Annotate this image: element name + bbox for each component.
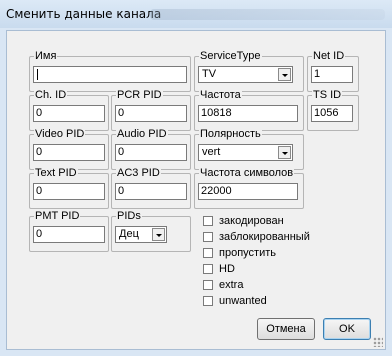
audiopid-group: Audio PID 0 [111,128,191,170]
pmtpid-input[interactable]: 0 [33,226,105,243]
tsid-label: TS ID [312,89,343,101]
pids-group: PIDs Дец [111,210,191,252]
title-bar: Сменить данные канала [0,0,392,28]
pcrpid-label: PCR PID [116,89,163,101]
channel-edit-dialog: Имя ServiceType TV Net ID 1 Ch. ID 0 PCR… [6,30,386,350]
videopid-input[interactable]: 0 [33,144,105,161]
name-label: Имя [34,50,58,62]
netid-group: Net ID 1 [307,50,359,92]
videopid-label: Video PID [34,128,86,140]
checkbox-box[interactable] [203,248,213,258]
title-bar-blurred-text [150,9,385,20]
tsid-input[interactable]: 1056 [311,105,353,122]
cancel-button[interactable]: Отмена [257,318,315,340]
polarity-label: Полярность [199,128,262,140]
checkbox-box[interactable] [203,280,213,290]
ac3pid-label: AC3 PID [116,167,161,179]
ac3pid-input[interactable]: 0 [115,183,187,200]
textpid-group: Text PID 0 [29,167,109,209]
symrate-input[interactable]: 22000 [198,183,298,200]
pids-select[interactable]: Дец [115,226,167,243]
resize-grip-icon[interactable] [373,337,383,347]
tsid-group: TS ID 1056 [307,89,359,131]
chid-group: Ch. ID 0 [29,89,109,131]
name-input[interactable] [33,66,187,83]
netid-label: Net ID [312,50,346,62]
checkbox-box[interactable] [203,264,213,274]
symrate-group: Частота символов 22000 [194,167,304,209]
freq-group: Частота 10818 [194,89,304,131]
netid-input[interactable]: 1 [311,66,353,83]
pids-label: PIDs [116,210,142,222]
chid-input[interactable]: 0 [33,105,105,122]
freq-label: Частота [199,89,242,101]
audiopid-label: Audio PID [116,128,168,140]
pcrpid-group: PCR PID 0 [111,89,191,131]
videopid-group: Video PID 0 [29,128,109,170]
textpid-label: Text PID [34,167,78,179]
checkbox-box[interactable] [203,216,213,226]
chid-label: Ch. ID [34,89,68,101]
servicetype-group: ServiceType TV [194,50,304,92]
polarity-select[interactable]: vert [198,144,293,161]
ok-button[interactable]: OK [323,318,371,340]
checkbox-box[interactable] [203,296,213,306]
audiopid-input[interactable]: 0 [115,144,187,161]
name-group: Имя [29,50,191,92]
symrate-label: Частота символов [199,167,295,179]
chevron-down-icon[interactable] [278,146,291,159]
textpid-input[interactable]: 0 [33,183,105,200]
servicetype-select[interactable]: TV [198,66,293,83]
pcrpid-input[interactable]: 0 [115,105,187,122]
pmtpid-label: PMT PID [34,210,81,222]
freq-input[interactable]: 10818 [198,105,298,122]
checkbox-box[interactable] [203,232,213,242]
chevron-down-icon[interactable] [152,228,165,241]
pmtpid-group: PMT PID 0 [29,210,109,252]
window-title: Сменить данные канала [6,7,162,21]
ac3pid-group: AC3 PID 0 [111,167,191,209]
polarity-group: Полярность vert [194,128,304,170]
text-caret [37,69,38,80]
chevron-down-icon[interactable] [278,68,291,81]
servicetype-label: ServiceType [199,50,262,62]
